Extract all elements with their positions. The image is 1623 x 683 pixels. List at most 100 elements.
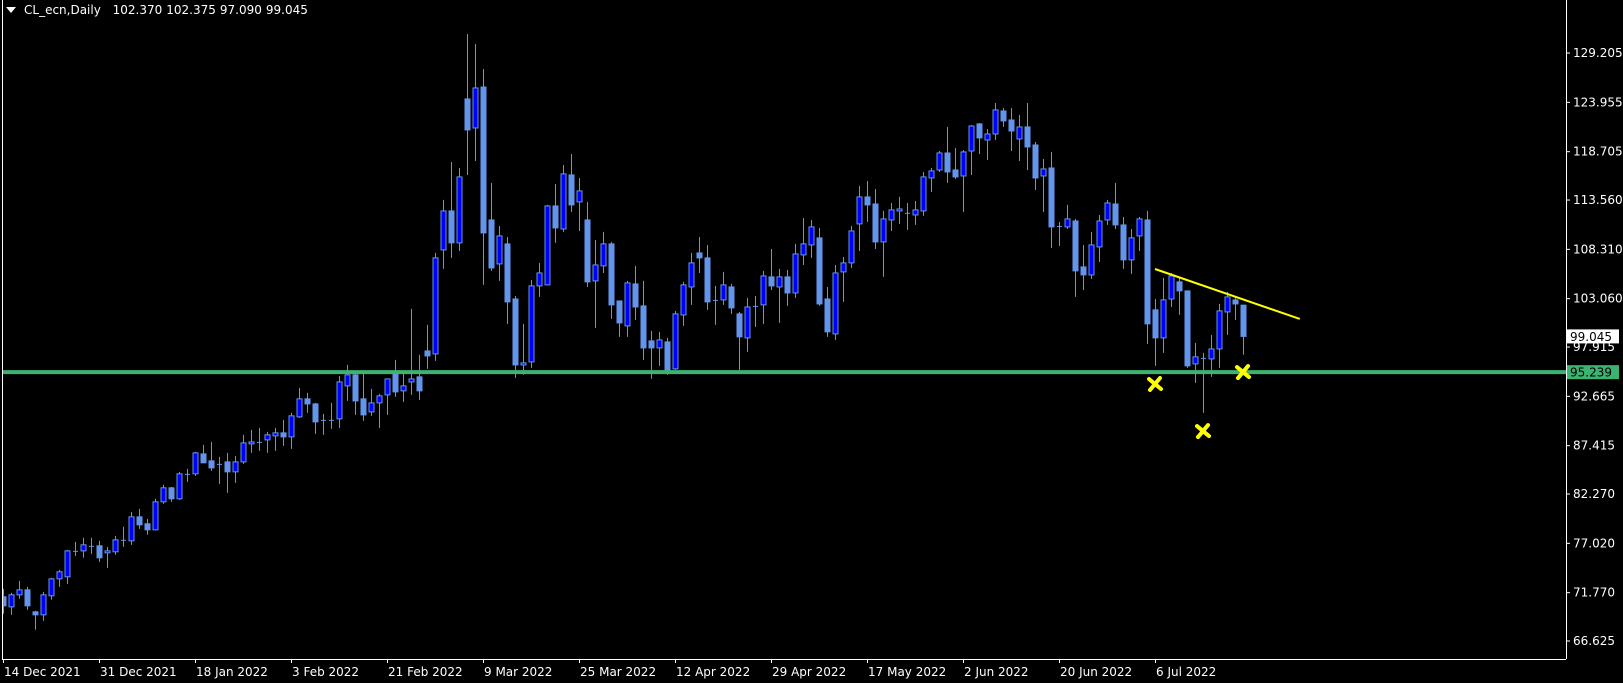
x-marker-stroke [1147,375,1163,392]
current-price-label: 99.045 [1570,330,1612,344]
candle [832,264,839,340]
candle [632,265,639,320]
candle [896,196,903,224]
candle [1152,298,1159,366]
candle [1057,221,1062,246]
candle-body-bull [1016,126,1023,140]
candle [160,484,167,504]
symbol-timeframe: CL_ecn,Daily [24,3,101,17]
candle [1064,204,1071,229]
axes-group: 129.205 123.955 118.705 113.560 108.310 103.0… [2,0,1623,679]
candle [544,204,551,286]
candle-body-bull [48,578,55,597]
x-marker-icon[interactable] [1147,375,1163,392]
candle-body-bear [1240,304,1247,337]
candle-body-bull [560,173,567,230]
candle [1216,303,1223,368]
candle-body-bear [1080,266,1087,276]
candle [680,281,687,326]
candle [1080,244,1087,290]
candle [1024,102,1031,170]
candle-body-bull [600,243,607,267]
candle-body-bull [576,190,583,203]
candle [776,268,783,323]
candle [80,537,87,558]
candle-body-bear [616,300,623,324]
candle [217,456,222,484]
candle [504,236,511,324]
candle-body-bear [96,545,103,559]
candle [1184,290,1191,368]
candle [600,231,607,273]
candle-body-bear [512,298,519,366]
candle [440,199,447,269]
candle-body-bear [424,350,431,357]
candle [448,161,455,258]
candle [920,171,927,216]
candle [472,43,479,161]
candle [352,371,359,415]
candle [760,270,767,324]
candle [48,577,55,600]
candle [1232,296,1239,320]
candle [864,180,871,222]
candle [576,177,583,231]
candle-body-bull [112,539,119,553]
x-marker-stroke [1195,423,1211,440]
x-marker-icon[interactable] [1195,423,1211,440]
candle-body-bull [840,262,847,273]
candle [488,182,495,271]
candle-body-bear [696,252,703,259]
candle-body-bear [200,453,207,464]
candle [672,310,679,370]
candle-body-bull [1208,348,1215,360]
candle-body-bull [880,218,887,243]
candle [360,372,367,421]
y-tick-label: 92.665 [1573,389,1615,403]
y-tick-label: 71.770 [1573,586,1615,600]
y-tick-label: 108.310 [1573,242,1623,256]
candle-body-bull [920,176,927,212]
candle [1240,304,1247,355]
candle [224,452,231,493]
candle-body-bull [496,235,503,265]
candle-body-bear [24,589,31,607]
candle-body-bull [336,381,343,420]
candle-body-bear [208,460,215,469]
overlays-group [3,268,1566,440]
support-price-label: 95.239 [1570,366,1612,380]
candle-body-bull [776,276,783,288]
candle [888,202,895,231]
candle-body-bear [1152,309,1159,339]
candle-body-bull [1224,296,1231,313]
candle [376,393,383,428]
x-tick-label: 12 Apr 2022 [676,665,750,679]
candle [240,434,247,464]
candle-body-bear [824,298,831,333]
collapse-triangle-icon[interactable] [6,7,16,13]
candle [640,280,647,360]
price-chart[interactable]: 129.205 123.955 118.705 113.560 108.310 103.0… [0,0,1623,683]
x-tick-label: 18 Jan 2022 [196,665,268,679]
candle-body-bear [728,286,735,309]
candle [992,102,999,140]
candle-body-bear [504,243,511,303]
candle [296,387,303,418]
candle-body-bull [528,285,535,363]
candle [1201,352,1206,413]
candle [584,201,591,287]
candle [232,455,239,483]
candle-body-bull [160,487,167,503]
candle [32,610,39,630]
candle [784,269,791,306]
candle-body-bull [64,550,71,578]
candle [392,359,399,397]
candle-body-bear [736,313,743,338]
ohlc-close: 99.045 [265,3,308,17]
candle [121,526,126,547]
candle [753,295,758,327]
candle-body-bear [608,243,615,306]
candle [176,471,183,500]
candle-body-bull [624,282,631,327]
chart-header: CL_ecn,Daily 102.370 102.375 97.090 99.0… [6,3,308,17]
